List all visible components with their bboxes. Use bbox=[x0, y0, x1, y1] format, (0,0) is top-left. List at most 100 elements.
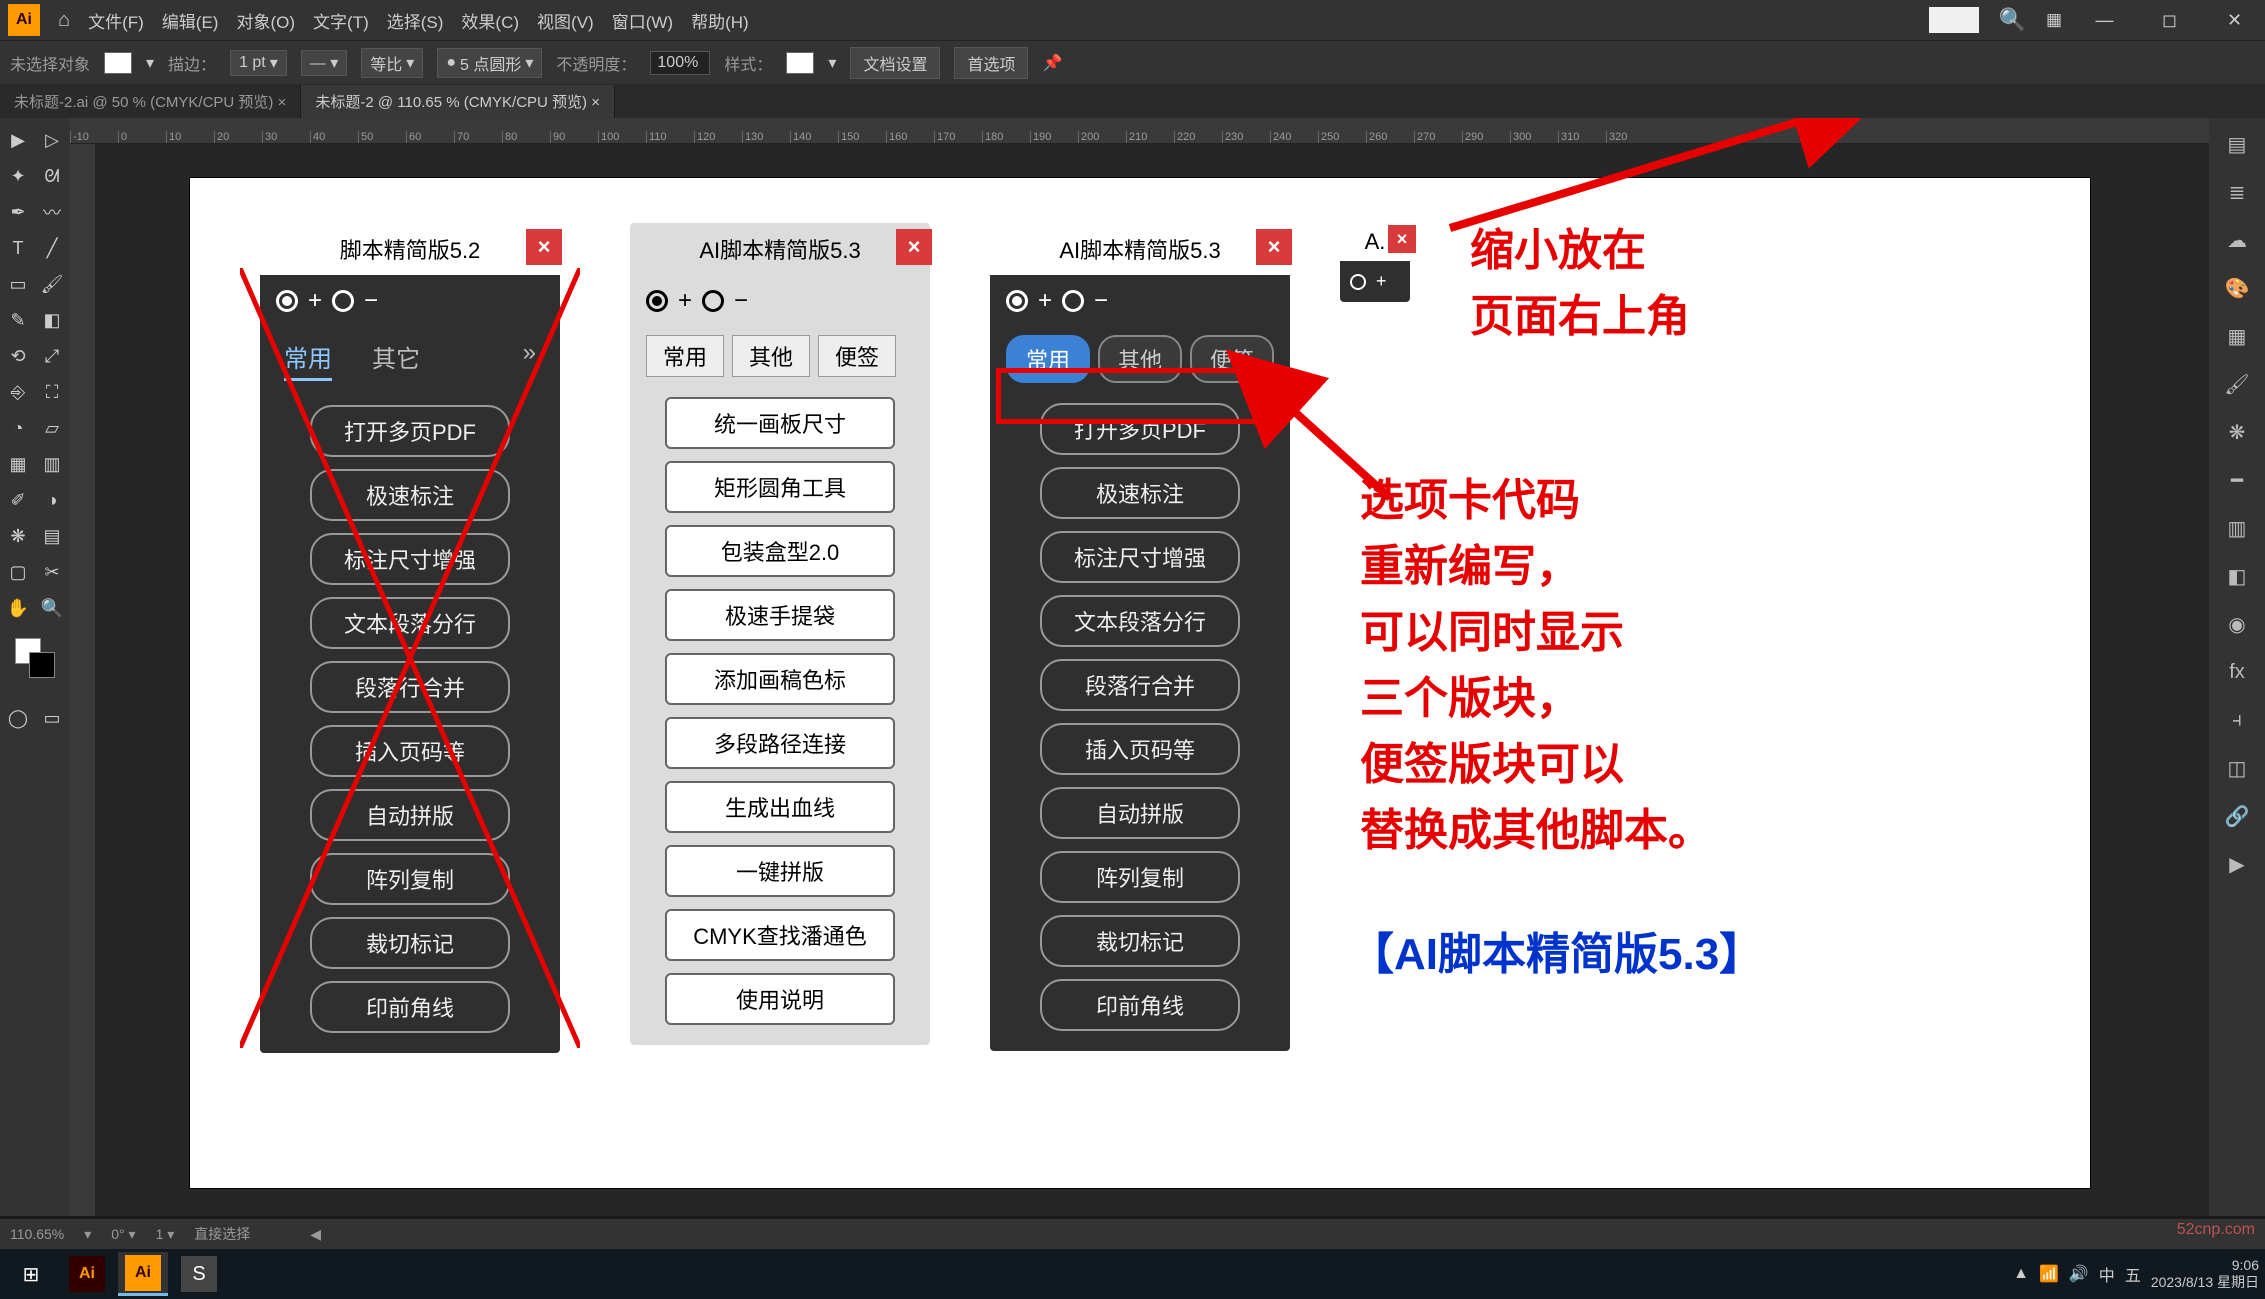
screen-mode-icon[interactable]: ▭ bbox=[36, 702, 68, 734]
menu-select[interactable]: 选择(S) bbox=[387, 8, 444, 33]
script-button[interactable]: 裁切标记 bbox=[1040, 915, 1240, 967]
rotate-view[interactable]: 0° ▾ bbox=[111, 1226, 135, 1243]
pin-icon[interactable]: 📌 bbox=[1042, 53, 1062, 73]
opacity-input[interactable]: 100% bbox=[650, 51, 710, 75]
tab-notes[interactable]: 便签 bbox=[818, 335, 896, 377]
script-button[interactable]: 一键拼版 bbox=[665, 845, 895, 897]
script-button[interactable]: 印前角线 bbox=[310, 981, 510, 1033]
hand-tool[interactable]: ✋ bbox=[2, 592, 34, 624]
chevron-down-icon[interactable]: ▾ bbox=[84, 1226, 91, 1243]
script-button[interactable]: 自动拼版 bbox=[1040, 787, 1240, 839]
arrange-docs-icon[interactable]: ▦ bbox=[2046, 10, 2062, 30]
link-panel-icon[interactable]: 🔗 bbox=[2217, 796, 2257, 836]
draw-mode-icon[interactable]: ◯ bbox=[2, 702, 34, 734]
lasso-tool[interactable]: ᘛ bbox=[36, 160, 68, 192]
script-button[interactable]: 极速手提袋 bbox=[665, 589, 895, 641]
tray-icon[interactable]: 🔊 bbox=[2069, 1264, 2089, 1284]
properties-panel-icon[interactable]: ▤ bbox=[2217, 124, 2257, 164]
swatches-panel-icon[interactable]: ▦ bbox=[2217, 316, 2257, 356]
menu-effect[interactable]: 效果(C) bbox=[461, 8, 519, 33]
tray-icon[interactable]: ▲ bbox=[2013, 1265, 2029, 1283]
menu-file[interactable]: 文件(F) bbox=[88, 8, 144, 33]
free-transform-tool[interactable]: ⛶ bbox=[36, 376, 68, 408]
minimize-button[interactable]: — bbox=[2082, 5, 2127, 35]
tab-other[interactable]: 其它 bbox=[372, 339, 420, 381]
script-button[interactable]: 标注尺寸增强 bbox=[310, 533, 510, 585]
brush-tool[interactable]: 🖌 bbox=[36, 268, 68, 300]
scale-tool[interactable]: ⤢ bbox=[36, 340, 68, 372]
style-swatch[interactable] bbox=[786, 52, 814, 74]
brush-profile[interactable]: ● 5 点圆形 ▾ bbox=[437, 48, 542, 78]
color-swatches[interactable] bbox=[15, 638, 55, 678]
chevron-right-icon[interactable]: » bbox=[523, 339, 536, 381]
close-icon[interactable]: × bbox=[1256, 229, 1292, 265]
radio-icon[interactable] bbox=[332, 290, 354, 312]
script-button[interactable]: 阵列复制 bbox=[310, 853, 510, 905]
pathfinder-panel-icon[interactable]: ◫ bbox=[2217, 748, 2257, 788]
taskbar-app-ai[interactable]: Ai bbox=[62, 1252, 112, 1296]
stroke-profile[interactable]: — ▾ bbox=[301, 50, 347, 76]
script-button[interactable]: 阵列复制 bbox=[1040, 851, 1240, 903]
mesh-tool[interactable]: ▦ bbox=[2, 448, 34, 480]
tray-icon[interactable]: 📶 bbox=[2039, 1264, 2059, 1284]
adobe-search-box[interactable] bbox=[1929, 7, 1979, 33]
script-button[interactable]: 段落行合并 bbox=[1040, 659, 1240, 711]
close-icon[interactable]: × bbox=[526, 229, 562, 265]
script-button[interactable]: 插入页码等 bbox=[1040, 723, 1240, 775]
artboard-nav[interactable]: 1 ▾ bbox=[156, 1226, 175, 1243]
close-icon[interactable]: × bbox=[896, 229, 932, 265]
radio-icon[interactable] bbox=[1062, 290, 1084, 312]
tab-common[interactable]: 常用 bbox=[284, 339, 332, 381]
background-color[interactable] bbox=[29, 652, 55, 678]
maximize-button[interactable]: ◻ bbox=[2147, 5, 2192, 35]
slice-tool[interactable]: ✂ bbox=[36, 556, 68, 588]
menu-type[interactable]: 文字(T) bbox=[313, 8, 369, 33]
selection-tool[interactable]: ▶ bbox=[2, 124, 34, 156]
chevron-down-icon[interactable]: ▾ bbox=[828, 53, 836, 73]
graphic-styles-panel-icon[interactable]: fx bbox=[2217, 652, 2257, 692]
script-button[interactable]: 打开多页PDF bbox=[310, 405, 510, 457]
gradient-tool[interactable]: ▥ bbox=[36, 448, 68, 480]
doc-settings-button[interactable]: 文档设置 bbox=[850, 47, 940, 79]
home-icon[interactable]: ⌂ bbox=[58, 9, 70, 32]
radio-icon[interactable] bbox=[646, 290, 668, 312]
width-profile[interactable]: 等比 ▾ bbox=[361, 48, 423, 78]
doc-tab-2[interactable]: 未标题-2 @ 110.65 % (CMYK/CPU 预览) × bbox=[301, 85, 615, 118]
menu-help[interactable]: 帮助(H) bbox=[691, 8, 749, 33]
close-icon[interactable]: × bbox=[1388, 225, 1416, 253]
brushes-panel-icon[interactable]: 🖌 bbox=[2217, 364, 2257, 404]
align-panel-icon[interactable]: ⫞ bbox=[2217, 700, 2257, 740]
line-tool[interactable]: ╱ bbox=[36, 232, 68, 264]
pen-tool[interactable]: ✒ bbox=[2, 196, 34, 228]
zoom-tool[interactable]: 🔍 bbox=[36, 592, 68, 624]
eyedropper-tool[interactable]: ✐ bbox=[2, 484, 34, 516]
taskbar-app-other[interactable]: S bbox=[174, 1252, 224, 1296]
curvature-tool[interactable]: 〰 bbox=[36, 196, 68, 228]
script-button[interactable]: 使用说明 bbox=[665, 973, 895, 1025]
scroll-left-icon[interactable]: ◀ bbox=[310, 1226, 321, 1243]
type-tool[interactable]: T bbox=[2, 232, 34, 264]
rectangle-tool[interactable]: ▭ bbox=[2, 268, 34, 300]
system-clock[interactable]: 9:06 2023/8/13 星期日 bbox=[2151, 1257, 2259, 1291]
menu-view[interactable]: 视图(V) bbox=[537, 8, 594, 33]
zoom-level[interactable]: 110.65% bbox=[10, 1226, 64, 1242]
radio-icon[interactable] bbox=[702, 290, 724, 312]
layers-panel-icon[interactable]: ≣ bbox=[2217, 172, 2257, 212]
taskbar-app-ai-active[interactable]: Ai bbox=[118, 1252, 168, 1296]
script-button[interactable]: CMYK查找潘通色 bbox=[665, 909, 895, 961]
script-button[interactable]: 多段路径连接 bbox=[665, 717, 895, 769]
close-button[interactable]: ✕ bbox=[2212, 5, 2257, 35]
start-button[interactable]: ⊞ bbox=[6, 1252, 56, 1296]
shape-builder-tool[interactable]: ◔ bbox=[2, 412, 34, 444]
perspective-tool[interactable]: ▱ bbox=[36, 412, 68, 444]
radio-icon[interactable] bbox=[276, 290, 298, 312]
script-button[interactable]: 文本段落分行 bbox=[1040, 595, 1240, 647]
script-button[interactable]: 统一画板尺寸 bbox=[665, 397, 895, 449]
script-button[interactable]: 裁切标记 bbox=[310, 917, 510, 969]
script-button[interactable]: 段落行合并 bbox=[310, 661, 510, 713]
symbols-panel-icon[interactable]: ❋ bbox=[2217, 412, 2257, 452]
canvas[interactable]: -100102030405060708090100110120130140150… bbox=[70, 118, 2209, 1216]
script-button[interactable]: 插入页码等 bbox=[310, 725, 510, 777]
script-button[interactable]: 自动拼版 bbox=[310, 789, 510, 841]
menu-edit[interactable]: 编辑(E) bbox=[162, 8, 219, 33]
